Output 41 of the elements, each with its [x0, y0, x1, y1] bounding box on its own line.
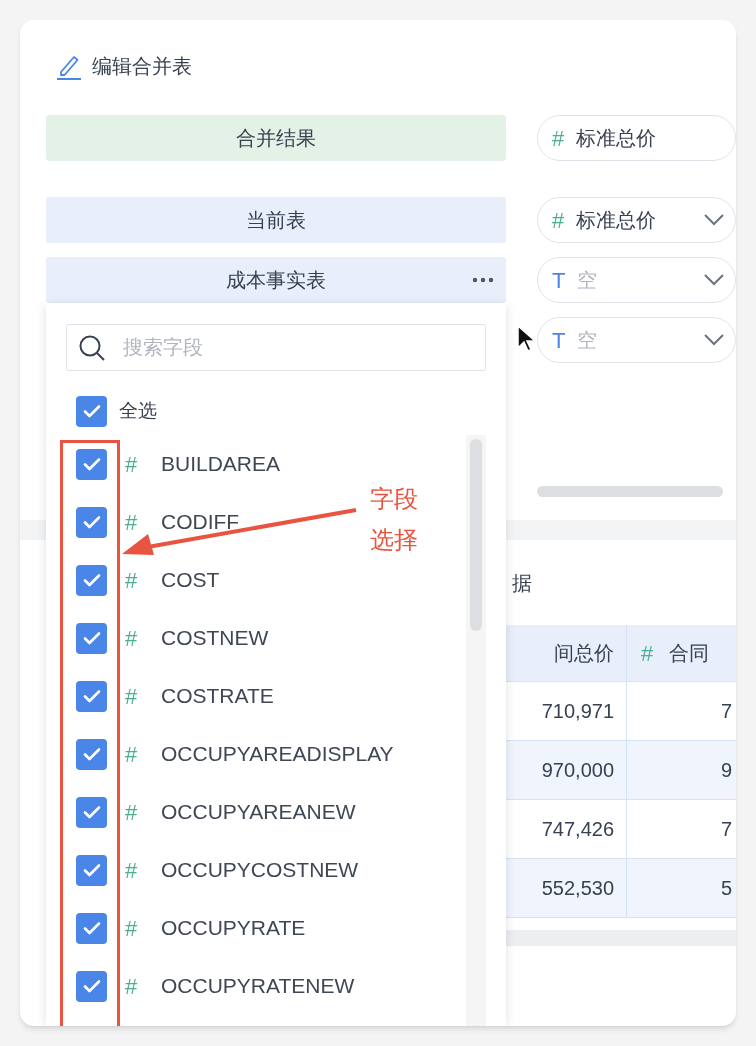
- field-option[interactable]: # OCCUPYRATENEW: [76, 957, 355, 1015]
- chevron-down-icon: [703, 213, 725, 227]
- section-title: 据: [512, 570, 532, 596]
- field-option[interactable]: # OCCUPYCOSTNEW: [76, 841, 359, 899]
- table-bar[interactable]: 当前表: [46, 197, 506, 243]
- field-option[interactable]: # CODIFF: [76, 493, 240, 551]
- checkbox[interactable]: [76, 622, 107, 654]
- checkbox[interactable]: [76, 395, 107, 427]
- checkbox[interactable]: [76, 854, 107, 886]
- column-header[interactable]: # 合同: [627, 625, 736, 682]
- dialog-title: 编辑合并表: [92, 54, 192, 79]
- field-option[interactable]: # OCCUPYAREADISPLAY: [76, 725, 394, 783]
- search-icon: [78, 334, 106, 362]
- field-option[interactable]: # OCCUPYRATE: [76, 899, 306, 957]
- checkbox[interactable]: [76, 506, 107, 538]
- scrollbar[interactable]: [537, 486, 723, 497]
- checkbox[interactable]: [76, 564, 107, 596]
- table-cell: 9: [627, 741, 736, 800]
- annotation-text: 字段选择: [370, 484, 419, 555]
- checkbox[interactable]: [76, 448, 107, 480]
- checkbox[interactable]: [76, 970, 107, 1002]
- field-option[interactable]: # COSTNEW: [76, 609, 269, 667]
- checkbox[interactable]: [76, 912, 107, 944]
- table-cell: 7: [627, 800, 736, 859]
- field-option[interactable]: # BUILDAREA: [76, 435, 281, 493]
- checkbox[interactable]: [76, 796, 107, 828]
- chevron-down-icon: [703, 273, 725, 287]
- checkbox-label: 全选: [119, 398, 157, 423]
- field-option[interactable]: # COSTRATE: [76, 667, 274, 725]
- checkbox[interactable]: [76, 738, 107, 770]
- table-bar[interactable]: 合并结果: [46, 115, 506, 161]
- table-cell: 7: [627, 682, 736, 741]
- checkbox[interactable]: [76, 680, 107, 712]
- field-option[interactable]: # COST: [76, 551, 220, 609]
- search-field[interactable]: 搜索字段: [66, 324, 486, 371]
- table-cell: 5: [627, 859, 736, 918]
- scrollbar[interactable]: [470, 439, 482, 631]
- more-icon[interactable]: [472, 277, 494, 283]
- field-option[interactable]: # OCCUPYAREANEW: [76, 783, 356, 841]
- chevron-down-icon: [703, 333, 725, 347]
- table-bar[interactable]: 成本事实表: [46, 257, 506, 303]
